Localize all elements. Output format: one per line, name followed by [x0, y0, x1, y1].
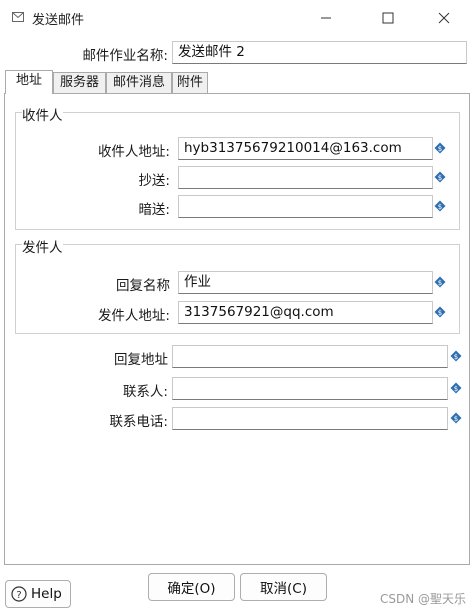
svg-text:$: $	[454, 385, 458, 393]
recipients-group-title: 收件人	[22, 104, 63, 124]
svg-text:$: $	[438, 279, 442, 287]
variable-diamond-icon[interactable]: $	[434, 171, 446, 183]
variable-diamond-icon[interactable]: $	[434, 142, 446, 154]
svg-text:$: $	[454, 353, 458, 361]
task-name-input[interactable]: 发送邮件 2	[172, 41, 467, 64]
help-button[interactable]: ? Help	[5, 580, 71, 608]
variable-diamond-icon[interactable]: $	[450, 412, 462, 424]
sender-group-title: 发件人	[22, 236, 63, 256]
tab-attachments[interactable]: 附件	[172, 72, 208, 93]
cc-input[interactable]	[178, 166, 433, 189]
task-name-label: 邮件作业名称:	[82, 48, 168, 64]
mail-icon	[12, 12, 24, 22]
variable-diamond-icon[interactable]: $	[434, 200, 446, 212]
tab-email-message[interactable]: 邮件消息	[106, 72, 172, 93]
svg-text:$: $	[454, 415, 458, 423]
reply-name-label: 回复名称	[116, 278, 170, 294]
svg-text:$: $	[438, 203, 442, 211]
maximize-button[interactable]	[368, 6, 408, 30]
variable-diamond-icon[interactable]: $	[450, 350, 462, 362]
minimize-icon	[321, 17, 331, 19]
tab-server[interactable]: 服务器	[53, 72, 106, 93]
close-button[interactable]	[424, 6, 464, 30]
help-label: Help	[31, 586, 62, 602]
variable-diamond-icon[interactable]: $	[450, 382, 462, 394]
close-icon	[438, 12, 450, 24]
variable-diamond-icon[interactable]: $	[434, 306, 446, 318]
reply-to-label: 回复地址	[114, 352, 168, 368]
cc-label: 抄送:	[138, 173, 170, 189]
cancel-button[interactable]: 取消(C)	[240, 573, 327, 601]
maximize-icon	[382, 12, 394, 24]
bcc-label: 暗送:	[138, 202, 170, 218]
recipient-address-input[interactable]: hyb31375679210014@163.com	[178, 137, 433, 160]
phone-label: 联系电话:	[109, 414, 168, 430]
reply-name-input[interactable]: 作业	[178, 271, 433, 294]
tab-address[interactable]: 地址	[5, 70, 53, 94]
sender-address-label: 发件人地址:	[97, 308, 170, 324]
phone-input[interactable]	[172, 407, 448, 430]
help-question-icon: ?	[11, 586, 27, 602]
contact-label: 联系人:	[122, 384, 168, 400]
svg-text:$: $	[438, 174, 442, 182]
contact-input[interactable]	[172, 377, 448, 400]
variable-diamond-icon[interactable]: $	[434, 276, 446, 288]
watermark: CSDN @聖天乐	[379, 592, 466, 606]
sender-address-input[interactable]: 3137567921@qq.com	[178, 301, 433, 324]
svg-text:$: $	[438, 309, 442, 317]
svg-text:$: $	[438, 145, 442, 153]
title-bar: 发送邮件	[0, 0, 474, 36]
minimize-button[interactable]	[306, 6, 346, 30]
svg-text:?: ?	[16, 590, 21, 601]
ok-button[interactable]: 确定(O)	[148, 573, 235, 601]
window-title: 发送邮件	[32, 13, 85, 28]
recipient-address-label: 收件人地址:	[97, 144, 170, 160]
reply-to-input[interactable]	[172, 345, 448, 368]
bcc-input[interactable]	[178, 195, 433, 218]
